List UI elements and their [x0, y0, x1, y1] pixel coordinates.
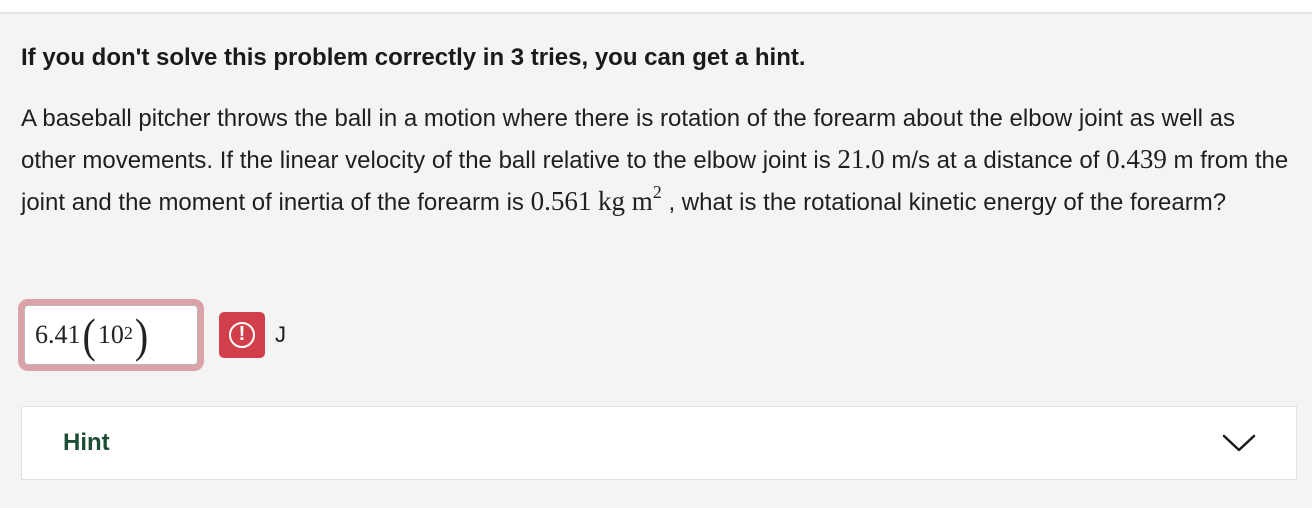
exclamation-icon: !: [229, 322, 255, 348]
hint-label: Hint: [63, 429, 110, 456]
inertia-unit: kg m2: [598, 183, 662, 216]
top-divider: [0, 0, 1312, 14]
open-paren: (: [82, 308, 96, 362]
answer-input[interactable]: 6.41 ( 10 2 ): [24, 305, 198, 365]
problem-text: A baseball pitcher throws the ball in a …: [21, 98, 1296, 223]
answer-mantissa: 6.41: [35, 320, 81, 349]
problem-container: If you don't solve this problem correctl…: [21, 40, 1296, 223]
distance-value: 0.439: [1106, 144, 1167, 174]
inertia-value: 0.561: [530, 186, 592, 216]
velocity-value: 21.0: [837, 144, 885, 174]
problem-text-part2: m/s at a distance of: [884, 147, 1107, 174]
answer-row: 6.41 ( 10 2 ) ! J: [14, 290, 286, 380]
close-paren: ): [134, 308, 149, 362]
answer-base: 10: [97, 320, 124, 349]
chevron-down-icon[interactable]: [1222, 433, 1256, 453]
inertia-unit-exponent: 2: [652, 182, 662, 202]
inertia-unit-base: kg m: [598, 186, 653, 216]
hint-notice: If you don't solve this problem correctl…: [21, 44, 806, 71]
answer-unit: J: [275, 322, 286, 347]
error-icon[interactable]: !: [219, 312, 265, 358]
hint-accordion[interactable]: Hint: [21, 406, 1297, 480]
problem-text-part4: , what is the rotational kinetic energy …: [661, 189, 1227, 216]
